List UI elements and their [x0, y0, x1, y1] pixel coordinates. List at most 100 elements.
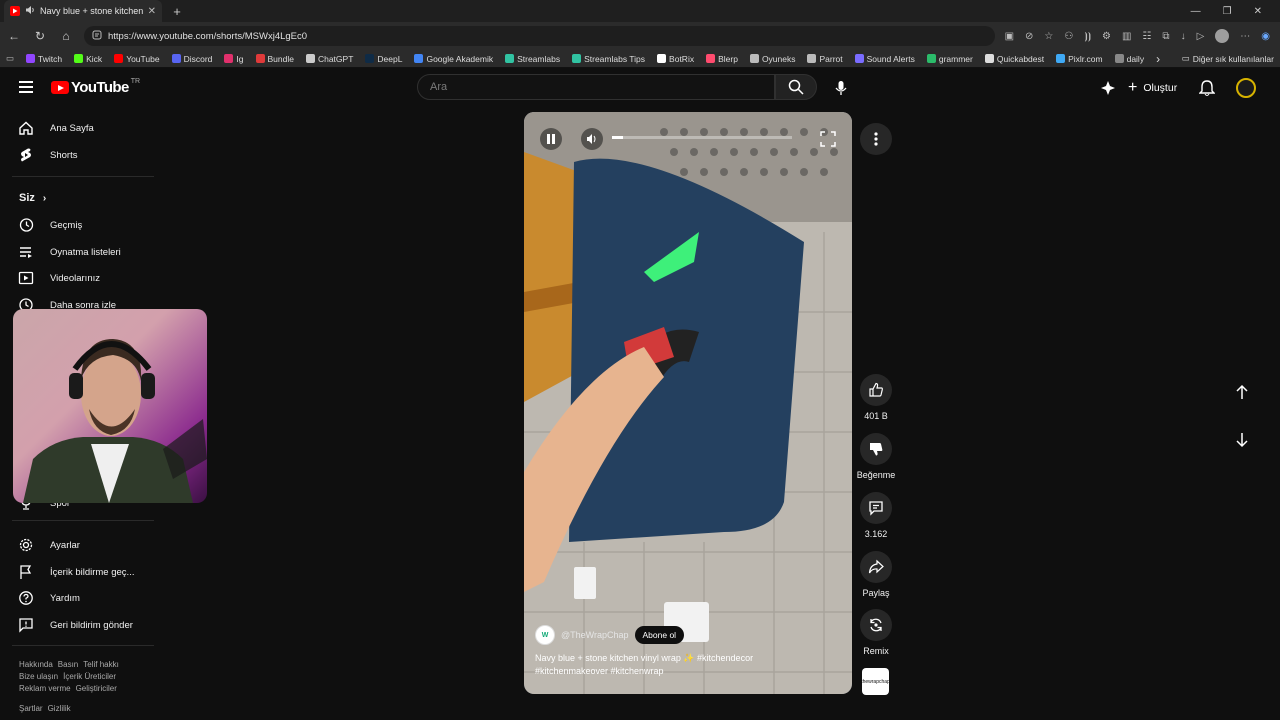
sidebar-item-history[interactable]: Geçmiş [18, 217, 82, 233]
bookmark-label: DeepL [377, 53, 403, 64]
favorite-star-icon[interactable]: ☆ [1044, 31, 1053, 42]
footer-link-terms[interactable]: Şartlar [19, 704, 43, 713]
bookmark-twitch[interactable]: Twitch [26, 54, 62, 64]
back-button[interactable]: ← [6, 29, 22, 43]
bookmark-botrix[interactable]: BotRix [657, 54, 694, 64]
shorts-video-player[interactable] [524, 112, 852, 694]
footer-link-about[interactable]: Hakkında [19, 660, 53, 669]
extension-gamepad-icon[interactable]: ⚇ [1064, 31, 1073, 42]
sidebar-you-heading[interactable]: Siz › [19, 192, 46, 204]
bookmark-label: Discord [183, 53, 213, 64]
bookmark-blerp[interactable]: Blerp [706, 54, 738, 64]
tab-audio-icon[interactable] [25, 5, 35, 17]
bookmark-youtube[interactable]: YouTube [114, 54, 160, 64]
bookmark-google-akademik[interactable]: Google Akademik [414, 54, 493, 64]
bookmark-grammer[interactable]: grammer [926, 54, 973, 64]
menu-more-icon[interactable]: ⋯ [1240, 31, 1250, 42]
url-text[interactable]: https://www.youtube.com/shorts/MSWxj4LgE… [108, 31, 307, 42]
other-favorites-folder[interactable]: ▭ Diğer sık kullanılanlar [1182, 53, 1274, 64]
voice-search-button[interactable] [829, 76, 853, 100]
sidebar-item-your-videos[interactable]: Videolarınız [18, 270, 100, 286]
previous-short-button[interactable] [1226, 376, 1258, 408]
bookmark-kick[interactable]: Kick [74, 54, 102, 64]
more-options-button[interactable] [860, 123, 892, 155]
profile-avatar[interactable] [1215, 29, 1230, 43]
tracking-prevention-icon[interactable]: ⊘ [1025, 31, 1033, 42]
bookmark-streamlabs-tips[interactable]: Streamlabs Tips [572, 54, 645, 64]
home-button[interactable]: ⌂ [58, 29, 74, 43]
gemini-sparkle-icon[interactable] [1100, 80, 1116, 99]
address-bar[interactable]: https://www.youtube.com/shorts/MSWxj4LgE… [84, 26, 995, 46]
browser-tab-active[interactable]: Navy blue + stone kitchen vi ✕ [4, 0, 162, 22]
sidebar-item-help[interactable]: Yardım [18, 590, 80, 606]
channel-avatar[interactable]: W [535, 625, 555, 645]
bookmark-label: ChatGPT [317, 53, 354, 64]
footer-link-privacy[interactable]: Gizlilik [48, 704, 71, 713]
app-available-icon[interactable]: ▣ [1005, 31, 1014, 42]
downloads-icon[interactable]: ↓ [1181, 31, 1186, 42]
sidebar-item-report-history[interactable]: İçerik bildirme geç... [18, 564, 134, 580]
bookmark-pixlr-com[interactable]: Pixlr.com [1056, 54, 1103, 64]
bookmark-daily[interactable]: daily [1114, 54, 1144, 64]
bookmark-oyuneks[interactable]: Oyuneks [749, 54, 795, 64]
read-aloud-icon[interactable]: ⦘⦘ [1084, 31, 1091, 42]
sidebar-item-home[interactable]: Ana Sayfa [18, 120, 94, 136]
reload-button[interactable]: ↻ [32, 29, 48, 43]
footer-link-advertise[interactable]: Reklam verme [19, 684, 71, 693]
footer-link-creators[interactable]: İçerik Üreticiler [63, 672, 116, 681]
sidebar-item-shorts[interactable]: Shorts [18, 147, 77, 163]
bookmarks-apps-icon[interactable]: ▭ [6, 53, 14, 64]
channel-name[interactable]: @TheWrapChap [561, 630, 629, 640]
account-avatar[interactable] [1236, 78, 1256, 98]
copilot-icon[interactable]: ◉ [1261, 31, 1270, 42]
remix-button[interactable] [860, 609, 892, 641]
new-tab-button[interactable]: + [168, 4, 186, 19]
footer-link-contact[interactable]: Bize ulaşın [19, 672, 58, 681]
bookmark-chatgpt[interactable]: ChatGPT [305, 53, 354, 64]
sidebar-item-playlists[interactable]: Oynatma listeleri [18, 244, 121, 260]
favorites-icon[interactable]: ☷ [1142, 31, 1151, 42]
sidebar-item-send-feedback[interactable]: Geri bildirim gönder [18, 617, 133, 633]
collections-icon[interactable]: ⧉ [1162, 31, 1169, 42]
next-short-button[interactable] [1226, 424, 1258, 456]
sidebar-item-settings[interactable]: Ayarlar [18, 537, 80, 553]
fullscreen-button[interactable] [817, 128, 839, 153]
share-button[interactable] [860, 551, 892, 583]
split-screen-icon[interactable]: ▥ [1122, 31, 1131, 42]
bookmark-streamlabs[interactable]: Streamlabs [505, 54, 560, 64]
pause-button[interactable] [540, 128, 562, 153]
bookmark-sound-alerts[interactable]: Sound Alerts [854, 54, 915, 64]
mute-button[interactable] [581, 128, 603, 153]
footer-link-copyright[interactable]: Telif hakkı [83, 660, 119, 669]
comments-button[interactable] [860, 492, 892, 524]
youtube-logo[interactable]: YouTube TR [51, 78, 140, 96]
bookmark-discord[interactable]: Discord [171, 53, 213, 64]
settings-icon [19, 538, 33, 552]
bookmarks-overflow-chevron-icon[interactable]: › [1156, 52, 1160, 66]
bookmark-parrot[interactable]: Parrot [807, 54, 843, 64]
tab-close-icon[interactable]: ✕ [148, 6, 156, 17]
dislike-button[interactable] [860, 433, 892, 465]
volume-slider[interactable] [612, 136, 792, 139]
share-icon[interactable]: ▷ [1197, 31, 1205, 42]
search-button[interactable] [775, 74, 817, 100]
footer-link-developers[interactable]: Geliştiriciler [76, 684, 117, 693]
video-caption[interactable]: Navy blue + stone kitchen vinyl wrap ✨ #… [535, 652, 835, 678]
footer-link-press[interactable]: Basın [58, 660, 78, 669]
site-info-icon[interactable] [92, 30, 102, 43]
like-button[interactable] [860, 374, 892, 406]
maximize-window-button[interactable]: ❐ [1223, 6, 1232, 17]
audio-source-thumbnail[interactable]: thewrapchap [861, 668, 890, 695]
extensions-icon[interactable]: ⚙ [1102, 31, 1111, 42]
search-input[interactable] [430, 81, 774, 93]
bookmark-bundle[interactable]: Bundle [255, 54, 294, 64]
bookmark-quickabdest[interactable]: Quickabdest [984, 54, 1044, 64]
minimize-window-button[interactable]: — [1191, 6, 1201, 17]
bookmark-ig[interactable]: Ig [224, 54, 244, 64]
subscribe-button[interactable]: Abone ol [634, 626, 685, 644]
create-button[interactable]: + Oluştur [1128, 75, 1177, 101]
notifications-bell-icon[interactable] [1198, 79, 1216, 100]
close-window-button[interactable]: ✕ [1254, 6, 1262, 17]
bookmark-deepl[interactable]: DeepL [365, 54, 402, 64]
menu-hamburger-icon[interactable] [19, 81, 33, 96]
